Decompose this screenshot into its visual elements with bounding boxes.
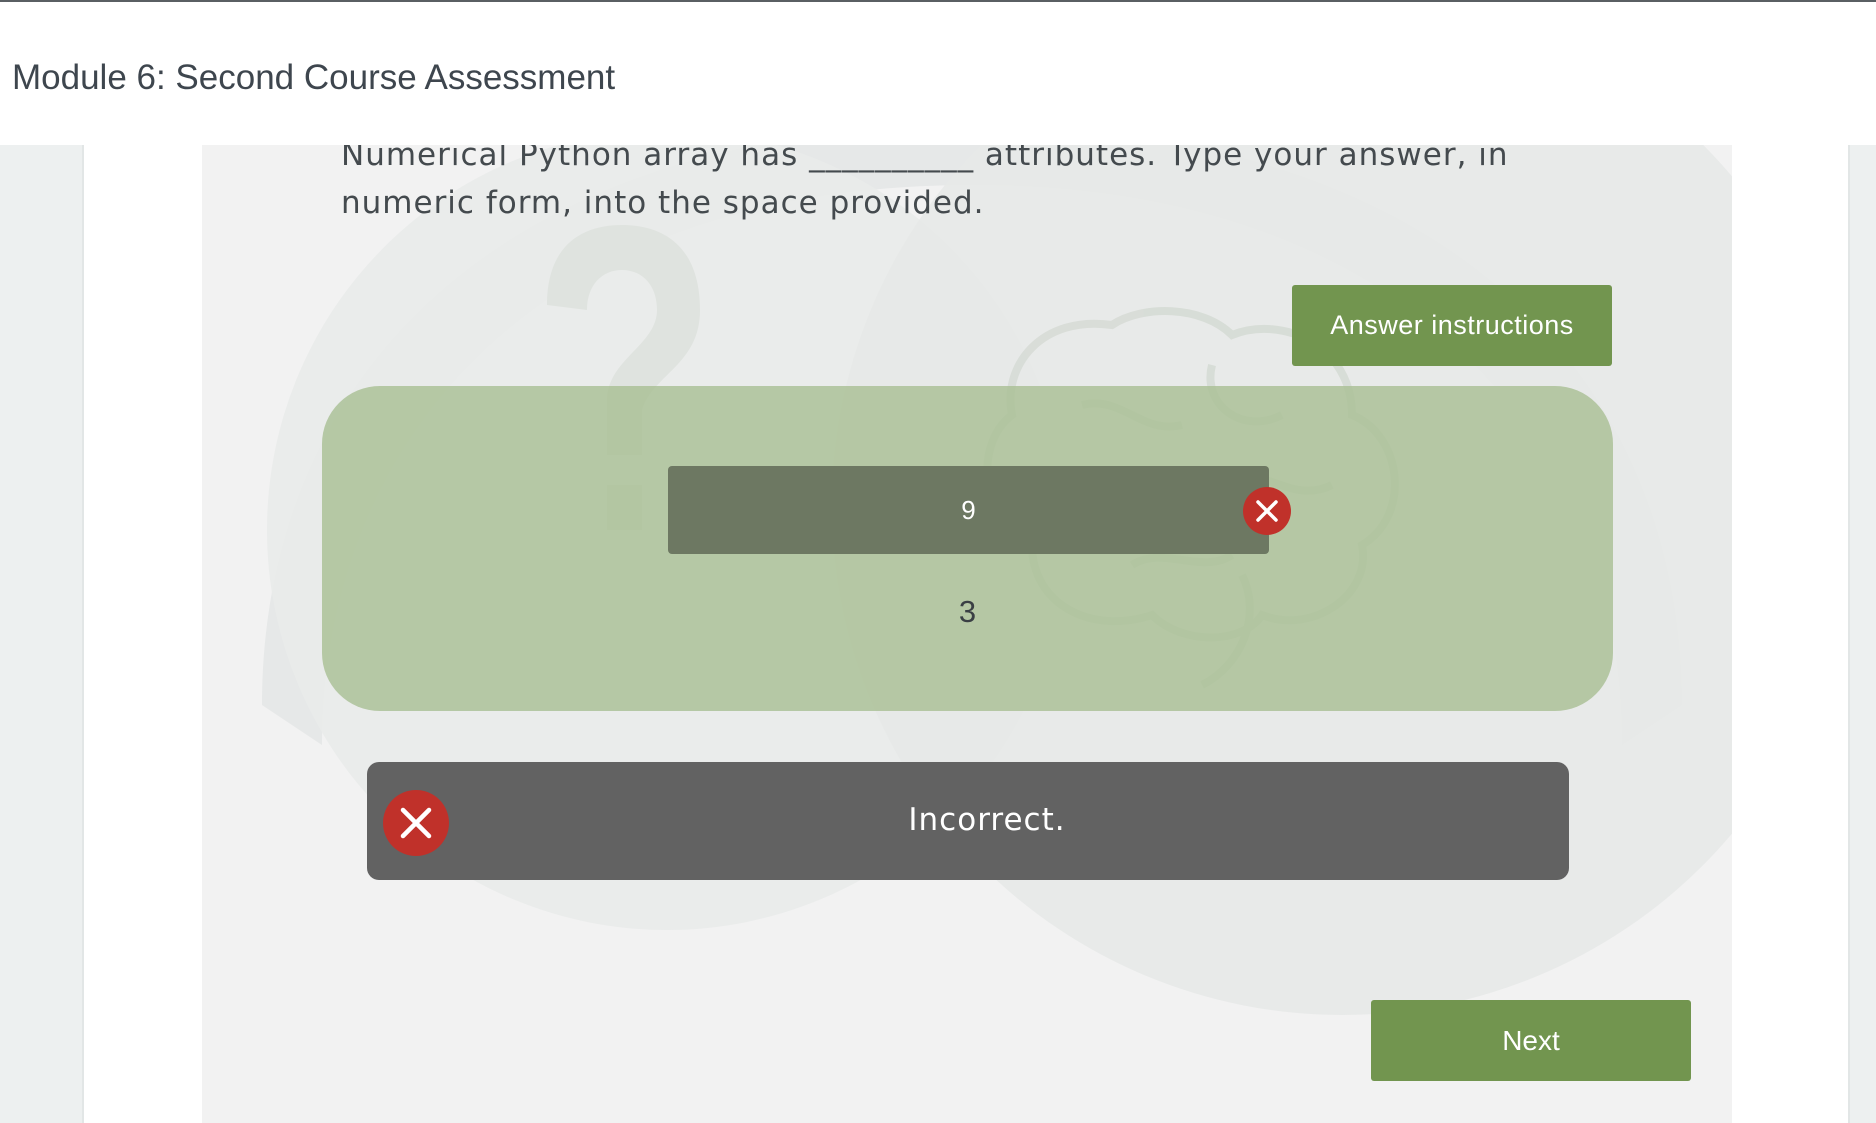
answer-instructions-button[interactable]: Answer instructions (1292, 285, 1612, 366)
question-text: Numerical Python array has __________ at… (341, 145, 1509, 221)
feedback-banner: Incorrect. (367, 762, 1569, 880)
answer-input[interactable] (668, 466, 1269, 554)
correct-answer-text: 3 (958, 594, 977, 629)
x-circle-icon (1243, 487, 1291, 535)
page-title: Module 6: Second Course Assessment (12, 58, 616, 97)
answer-panel: 3 (322, 386, 1613, 711)
question-stage: Numerical Python array has __________ at… (202, 145, 1732, 1123)
feedback-text: Incorrect. (908, 802, 1066, 838)
next-button[interactable]: Next (1371, 1000, 1691, 1081)
course-header: Module 6: Second Course Assessment (0, 2, 1876, 145)
